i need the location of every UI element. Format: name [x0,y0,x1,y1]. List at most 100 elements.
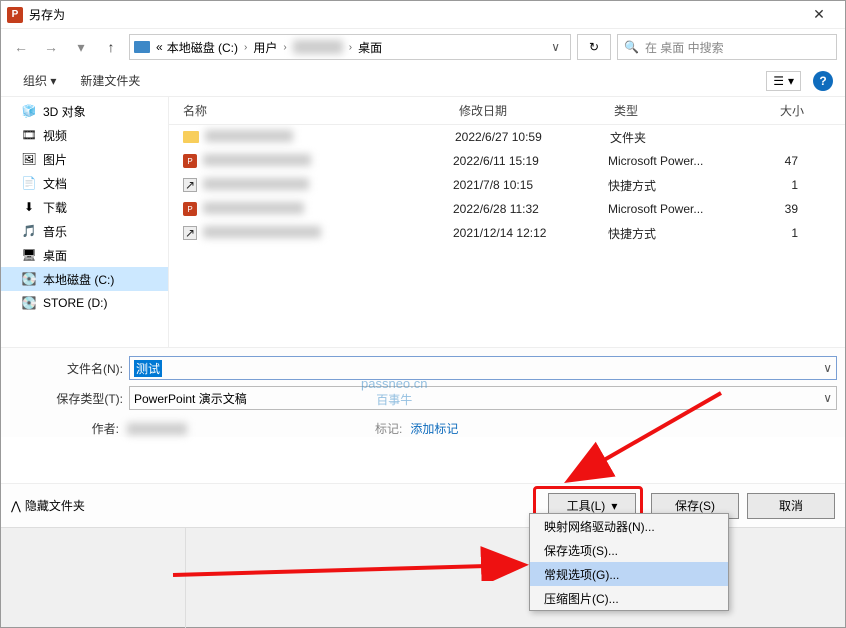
chevron-icon: › [347,42,354,53]
filename-value: 测试 [134,360,162,377]
forward-button[interactable]: → [39,35,63,59]
back-button[interactable]: ← [9,35,33,59]
col-size[interactable]: 大小 [754,102,814,119]
powerpoint-icon: P [7,7,23,23]
folder-icon [183,131,199,143]
file-row[interactable]: 2022/6/27 10:59 文件夹 [169,125,845,149]
file-type: Microsoft Power... [608,154,748,168]
sidebar-item[interactable]: 💽 STORE (D:) [1,291,168,315]
file-pane: 名称 修改日期 类型 大小 2022/6/27 10:59 文件夹 P 2022… [169,97,845,347]
filename-input[interactable]: 测试 ∨ [129,356,837,380]
dialog-title: 另存为 [29,6,799,23]
list-icon: ☰ [773,74,784,88]
sidebar-item-label: 文档 [43,175,67,192]
music-icon: 🎵 [21,223,37,239]
file-row[interactable]: ↗ 2021/7/8 10:15 快捷方式 1 [169,173,845,197]
add-tag-link[interactable]: 添加标记 [410,420,458,437]
sidebar-item[interactable]: ⬇下载 [1,195,168,219]
sidebar-item[interactable]: 📄 文档 [1,171,168,195]
file-name [203,202,453,217]
menu-item[interactable]: 常规选项(G)... [530,562,728,586]
breadcrumb-dropdown-icon[interactable]: ∨ [545,40,566,54]
file-date: 2021/12/14 12:12 [453,226,608,240]
tag-label: 标记: [375,420,402,437]
help-button[interactable]: ? [813,71,833,91]
close-button[interactable]: ✕ [799,2,839,28]
chevron-icon: › [281,42,288,53]
bc-seg-redacted[interactable] [293,40,343,54]
search-placeholder: 在 桌面 中搜索 [645,39,724,56]
sidebar-item[interactable]: 🖥 桌面 [1,243,168,267]
file-type: 文件夹 [610,129,750,146]
sidebar-item-label: 3D 对象 [43,103,86,120]
lnk-icon: ↗ [183,226,197,240]
author-value[interactable] [127,423,187,435]
view-mode-dropdown[interactable]: ☰ ▾ [766,71,801,91]
recent-dd[interactable]: ▾ [69,35,93,59]
video-icon: 🎞 [21,127,37,143]
menu-item[interactable]: 保存选项(S)... [530,538,728,562]
sidebar-item[interactable]: 🎞 视频 [1,123,168,147]
file-row[interactable]: P 2022/6/28 11:32 Microsoft Power... 39 [169,197,845,221]
file-type: Microsoft Power... [608,202,748,216]
filename-label: 文件名(N): [9,360,129,377]
cancel-button[interactable]: 取消 [747,493,835,519]
sidebar: 🧊 3D 对象 🎞 视频 🖼图片 📄 文档 ⬇下载 🎵 音乐 🖥 桌面 💽本地磁盘 (C:) 💽 STORE… [1,97,169,347]
3d-icon: 🧊 [21,103,37,119]
filetype-value: PowerPoint 演示文稿 [134,390,247,407]
toolbar: 组织 ▾ 新建文件夹 ☰ ▾ ? [1,65,845,97]
bc-seg-2[interactable]: 用户 [253,39,277,56]
refresh-button[interactable]: ↻ [577,34,611,60]
col-date[interactable]: 修改日期 [459,102,614,119]
chevron-icon: ⋀ [11,499,21,513]
col-type[interactable]: 类型 [614,102,754,119]
file-name [203,154,453,169]
file-type: 快捷方式 [608,177,748,194]
dl-icon: ⬇ [21,199,37,215]
file-size: 1 [748,226,808,240]
sidebar-item-label: STORE (D:) [43,296,107,310]
sidebar-item-label: 本地磁盘 (C:) [43,271,114,288]
search-input[interactable]: 🔍 在 桌面 中搜索 [617,34,837,60]
bc-seg-4[interactable]: 桌面 [358,39,382,56]
file-row[interactable]: ↗ 2021/12/14 12:12 快捷方式 1 [169,221,845,245]
sidebar-item-label: 图片 [43,151,67,168]
col-name[interactable]: 名称 [169,102,459,119]
author-label: 作者: [69,420,119,437]
breadcrumb[interactable]: « 本地磁盘 (C:) › 用户 › › 桌面 ∨ [129,34,571,60]
titlebar: P 另存为 ✕ [1,1,845,29]
organize-button[interactable]: 组织 ▾ [13,68,66,93]
sidebar-item-label: 音乐 [43,223,67,240]
menu-item[interactable]: 压缩图片(C)... [530,586,728,610]
chevron-down-icon: ▾ [611,499,617,513]
file-row[interactable]: P 2022/6/11 15:19 Microsoft Power... 47 [169,149,845,173]
filetype-select[interactable]: PowerPoint 演示文稿 ∨ [129,386,837,410]
bc-prefix: « [156,40,163,54]
drive-icon: 💽 [21,295,37,311]
tools-menu: 映射网络驱动器(N)...保存选项(S)...常规选项(G)...压缩图片(C)… [529,513,729,611]
sidebar-item[interactable]: 🧊 3D 对象 [1,99,168,123]
column-headers: 名称 修改日期 类型 大小 [169,97,845,125]
file-date: 2022/6/28 11:32 [453,202,608,216]
up-button[interactable]: ↑ [99,35,123,59]
sidebar-item[interactable]: 🎵 音乐 [1,219,168,243]
sidebar-item[interactable]: 💽本地磁盘 (C:) [1,267,168,291]
doc-icon: 📄 [21,175,37,191]
menu-item[interactable]: 映射网络驱动器(N)... [530,514,728,538]
new-folder-button[interactable]: 新建文件夹 [70,68,150,93]
bc-seg-1[interactable]: 本地磁盘 (C:) [167,39,238,56]
filename-dropdown-icon[interactable]: ∨ [817,361,832,375]
search-icon: 🔍 [624,40,639,54]
form-area: 文件名(N): 测试 ∨ 保存类型(T): PowerPoint 演示文稿 ∨ … [1,347,845,437]
file-name [203,178,453,193]
sidebar-item-label: 视频 [43,127,67,144]
file-type: 快捷方式 [608,225,748,242]
file-date: 2021/7/8 10:15 [453,178,608,192]
chevron-down-icon[interactable]: ∨ [817,391,832,405]
file-date: 2022/6/27 10:59 [455,130,610,144]
sidebar-item[interactable]: 🖼图片 [1,147,168,171]
hide-folders-toggle[interactable]: ⋀ 隐藏文件夹 [11,497,85,514]
sidebar-item-label: 桌面 [43,247,67,264]
desk-icon: 🖥 [21,247,37,263]
file-size: 47 [748,154,808,168]
